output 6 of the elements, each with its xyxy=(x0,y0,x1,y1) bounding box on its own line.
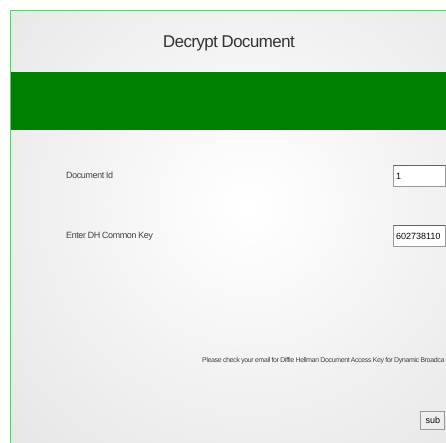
field-label: Document Id xyxy=(65,169,114,182)
input-field[interactable]: 602738110 xyxy=(393,225,446,247)
submit-button[interactable]: sub xyxy=(420,410,445,430)
input-field[interactable]: 1 xyxy=(393,165,446,187)
page-title: Decrypt Document xyxy=(162,30,296,53)
field-label: Enter DH Common Key xyxy=(65,229,154,242)
